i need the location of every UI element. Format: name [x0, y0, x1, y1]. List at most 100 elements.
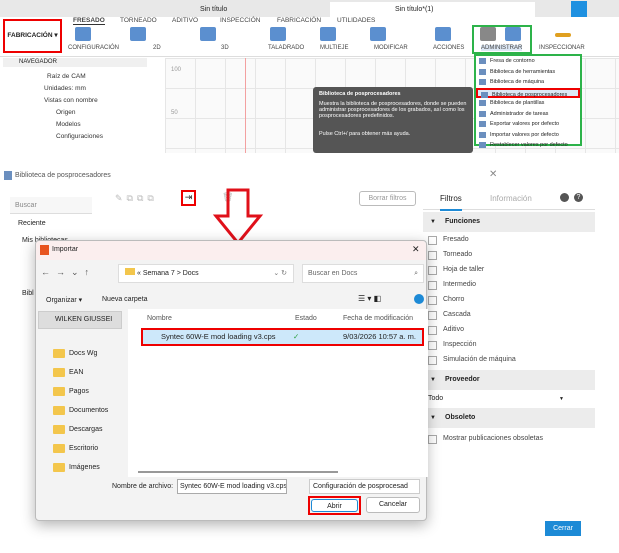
tooltip-hint: Pulse Ctrl+/ para obtener más ayuda.: [319, 131, 411, 137]
left-item-bibl[interactable]: Bibl: [22, 290, 34, 297]
doc-tab-2[interactable]: Sin título*(1): [330, 2, 535, 17]
menu-item[interactable]: Fresa de contorno: [476, 56, 580, 67]
path-part[interactable]: Docs: [183, 270, 199, 277]
nav-item[interactable]: Unidades: mm: [44, 85, 86, 92]
filter-checkbox[interactable]: Hoja de taller: [423, 262, 595, 277]
modify-icon[interactable]: [370, 27, 386, 41]
sidebar-folder[interactable]: Descargas: [51, 420, 122, 439]
ribbon-tab-aditivo[interactable]: ADITIVO: [172, 17, 198, 24]
group-inspeccionar[interactable]: INSPECCIONAR: [539, 45, 585, 51]
tab-informacion[interactable]: Información: [490, 194, 532, 203]
nav-item[interactable]: Modelos: [56, 121, 81, 128]
ribbon-tab-inspeccion[interactable]: INSPECCIÓN: [220, 17, 260, 24]
account-icon[interactable]: [571, 1, 587, 17]
filter-checkbox[interactable]: Aditivo: [423, 322, 595, 337]
sidebar-folder[interactable]: EAN: [51, 363, 122, 382]
close-icon[interactable]: ✕: [412, 244, 420, 255]
obsolete-section[interactable]: Obsoleto: [423, 408, 595, 428]
filter-checkbox[interactable]: Cascada: [423, 307, 595, 322]
ribbon-tab-fresado[interactable]: FRESADO: [73, 17, 105, 25]
help-icon[interactable]: [414, 294, 424, 304]
drill-icon[interactable]: [270, 27, 286, 41]
path-part[interactable]: Semana 7: [143, 270, 175, 277]
group-multieje[interactable]: MULTIEJE: [320, 45, 349, 51]
open-button[interactable]: Abrir: [311, 499, 358, 512]
menu-item[interactable]: Restablecer valores por defecto: [476, 140, 580, 151]
filename-input[interactable]: Syntec 60W-E mod loading v3.cps: [177, 479, 287, 494]
measure-icon[interactable]: [555, 33, 571, 37]
address-bar[interactable]: « Semana 7 > Docs ⌄ ↻: [118, 264, 294, 283]
actions-icon[interactable]: [435, 27, 451, 41]
clear-filters-button[interactable]: Borrar filtros: [359, 191, 416, 206]
sidebar-folder[interactable]: Escritorio: [51, 439, 122, 458]
horizontal-scrollbar[interactable]: [138, 471, 338, 473]
view-icon[interactable]: ☰ ▾ ◧: [358, 294, 381, 303]
cancel-button[interactable]: Cancelar: [366, 497, 420, 513]
group-2d[interactable]: 2D: [153, 45, 161, 51]
left-item-reciente[interactable]: Reciente: [18, 220, 46, 227]
library-search[interactable]: Buscar: [10, 197, 92, 214]
filter-checkbox[interactable]: Chorro: [423, 292, 595, 307]
sidebar-folder[interactable]: Imágenes: [51, 458, 122, 477]
menu-item[interactable]: Biblioteca de herramientas: [476, 67, 580, 78]
group-administrar[interactable]: ADMINISTRAR: [481, 45, 523, 51]
nav-item[interactable]: Configuraciones: [56, 133, 103, 140]
file-status: ✓: [293, 332, 300, 341]
sidebar-folder[interactable]: Pagos: [51, 382, 122, 401]
new-folder-button[interactable]: Nueva carpeta: [102, 296, 148, 303]
filter-checkbox[interactable]: Torneado: [423, 247, 595, 262]
help-icon[interactable]: ?: [574, 193, 583, 202]
3d-icon[interactable]: [200, 27, 216, 41]
sidebar-folder[interactable]: Docs Wg: [51, 344, 122, 363]
menu-item[interactable]: Biblioteca de máquina: [476, 77, 580, 88]
group-configuracion[interactable]: CONFIGURACIÓN: [68, 45, 119, 51]
ribbon-tab-utilidades[interactable]: UTILIDADES: [337, 17, 375, 24]
phone-icon[interactable]: [560, 193, 569, 202]
group-acciones[interactable]: ACCIONES: [433, 45, 464, 51]
functions-section[interactable]: Funciones: [423, 212, 595, 232]
menu-item[interactable]: Importar valores por defecto: [476, 130, 580, 141]
menu-item-post-library[interactable]: Biblioteca de posprocesadores: [476, 87, 580, 98]
multiaxis-icon[interactable]: [320, 27, 336, 41]
nav-item[interactable]: Raíz de CAM: [47, 73, 86, 80]
menu-item[interactable]: Administrador de tareas: [476, 109, 580, 120]
provider-select[interactable]: Todo ▼: [423, 390, 568, 408]
provider-section[interactable]: Proveedor: [423, 370, 595, 390]
nav-item[interactable]: Vistas con nombre: [44, 97, 98, 104]
search-placeholder: Buscar en Docs: [308, 270, 358, 277]
workspace-selector[interactable]: FABRICACIÓN ▾: [3, 19, 62, 53]
filter-checkbox[interactable]: Inspección: [423, 337, 595, 352]
sidebar-onedrive[interactable]: WILKEN GIUSSEI: [38, 311, 122, 329]
group-modificar[interactable]: MODIFICAR: [374, 45, 408, 51]
setup-icon[interactable]: [75, 27, 91, 41]
close-icon[interactable]: ✕: [489, 169, 497, 180]
column-estado[interactable]: Estado: [295, 315, 317, 322]
import-button[interactable]: ⇥: [181, 190, 196, 206]
tab-filtros[interactable]: Filtros: [440, 194, 462, 211]
2d-icon[interactable]: [130, 27, 146, 41]
ribbon-tab-torneado[interactable]: TORNEADO: [120, 17, 157, 24]
search-input[interactable]: Buscar en Docs ⌕: [302, 264, 424, 283]
organize-button[interactable]: Organizar ▾: [46, 296, 82, 304]
menu-item[interactable]: Biblioteca de plantillas: [476, 98, 580, 109]
file-row[interactable]: Syntec 60W-E mod loading v3.cps ✓ 9/03/2…: [141, 328, 424, 346]
column-fecha[interactable]: Fecha de modificación: [343, 315, 413, 322]
axis-tick: 50: [171, 110, 178, 116]
obsolete-checkbox[interactable]: Mostrar publicaciones obsoletas: [423, 431, 595, 446]
file-type-select[interactable]: Configuración de posprocesad: [309, 479, 420, 494]
filter-checkbox[interactable]: Simulación de máquina: [423, 352, 595, 367]
refresh-icon[interactable]: ⌄ ↻: [273, 265, 287, 282]
sidebar-folder[interactable]: Documentos: [51, 401, 122, 420]
group-3d[interactable]: 3D: [221, 45, 229, 51]
filter-checkbox[interactable]: Intermedio: [423, 277, 595, 292]
doc-tab-1[interactable]: Sin título: [170, 2, 325, 17]
nav-item[interactable]: Origen: [56, 109, 76, 116]
filter-checkbox[interactable]: Fresado: [423, 232, 595, 247]
tab-label: Sin título*(1): [395, 6, 434, 13]
ribbon-tab-fabricacion[interactable]: FABRICACIÓN: [277, 17, 321, 24]
group-taladrado[interactable]: TALADRADO: [268, 45, 304, 51]
column-nombre[interactable]: Nombre: [147, 315, 172, 322]
close-button[interactable]: Cerrar: [545, 521, 581, 536]
nav-arrows[interactable]: ←→⌄↑: [41, 267, 95, 278]
menu-item[interactable]: Exportar valores por defecto: [476, 119, 580, 130]
